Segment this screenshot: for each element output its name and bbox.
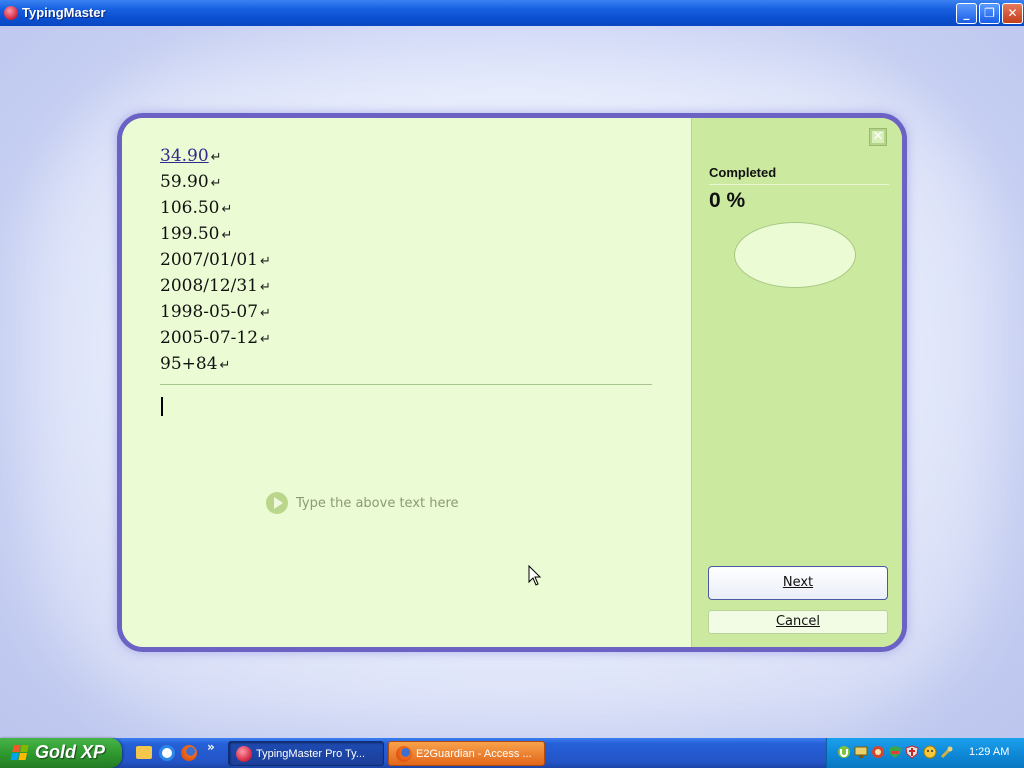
text-line: 34.90 ↵ bbox=[160, 144, 271, 170]
firefox-icon[interactable] bbox=[181, 745, 197, 761]
line-text: 1998-05-07 bbox=[160, 302, 259, 322]
text-line: 2005-07-12 ↵ bbox=[160, 326, 271, 352]
line-text: 2005-07-12 bbox=[160, 328, 259, 348]
line-text: 2008/12/31 bbox=[160, 276, 258, 296]
window-title: TypingMaster bbox=[22, 5, 106, 20]
taskbar-item-e2guardian[interactable]: E2Guardian - Access ... bbox=[388, 741, 545, 766]
monitor-icon[interactable] bbox=[854, 745, 868, 759]
return-icon: ↵ bbox=[219, 358, 231, 373]
mouse-pointer-icon bbox=[528, 565, 542, 586]
security-shield-icon[interactable] bbox=[888, 745, 902, 759]
typingmaster-app-icon bbox=[4, 6, 18, 20]
internet-explorer-icon[interactable] bbox=[159, 745, 175, 761]
hint-text: Type the above text here bbox=[296, 495, 459, 511]
quicklaunch-more-icon[interactable]: » bbox=[207, 740, 215, 754]
minimize-button[interactable]: _ bbox=[956, 3, 977, 24]
text-line: 95+84 ↵ bbox=[160, 352, 271, 378]
progress-indicator bbox=[734, 222, 856, 288]
start-button[interactable]: Gold XP bbox=[0, 738, 122, 768]
return-icon: ↵ bbox=[260, 306, 271, 321]
completed-percent: 0 % bbox=[709, 189, 746, 212]
cancel-button[interactable]: Cancel bbox=[708, 610, 888, 634]
return-icon: ↵ bbox=[260, 332, 271, 347]
line-text: 59.90 bbox=[160, 172, 209, 192]
return-icon: ↵ bbox=[259, 280, 271, 295]
taskbar-item-label: E2Guardian - Access ... bbox=[416, 748, 532, 760]
source-text: 34.90 ↵ 59.90 ↵ 106.50 ↵ 199.50 ↵ 2007/01/01… bbox=[160, 144, 271, 378]
utorrent-icon[interactable] bbox=[837, 745, 851, 759]
text-line: 59.90 ↵ bbox=[160, 170, 271, 196]
close-window-button[interactable]: ✕ bbox=[1002, 3, 1023, 24]
line-text: 2007/01/01 bbox=[160, 250, 258, 270]
firefox-icon bbox=[396, 746, 412, 762]
return-icon: ↵ bbox=[259, 254, 271, 269]
taskbar-item-typingmaster[interactable]: TypingMaster Pro Ty... bbox=[228, 741, 384, 766]
next-button-label: Next bbox=[782, 575, 814, 590]
line-text: 106.50 bbox=[160, 198, 220, 218]
windows-logo-icon bbox=[10, 745, 30, 761]
text-line: 106.50 ↵ bbox=[160, 196, 271, 222]
typing-caret[interactable] bbox=[161, 397, 163, 416]
typing-hint: Type the above text here bbox=[266, 491, 459, 515]
line-text: 199.50 bbox=[160, 224, 220, 244]
antivirus-shield-icon[interactable] bbox=[905, 745, 919, 759]
next-button[interactable]: Next bbox=[708, 566, 888, 600]
completed-divider bbox=[709, 184, 889, 185]
start-label: Gold XP bbox=[35, 742, 106, 762]
cancel-button-label: Cancel bbox=[775, 614, 821, 629]
return-icon: ↵ bbox=[210, 150, 222, 165]
exercise-card: 34.90 ↵ 59.90 ↵ 106.50 ↵ 199.50 ↵ 2007/01/01… bbox=[117, 113, 907, 652]
system-tray: 1:29 AM bbox=[826, 738, 1024, 768]
line-text: 34.90 bbox=[160, 146, 209, 166]
progress-panel: ✕ Completed 0 % Next Cancel bbox=[691, 118, 902, 647]
taskbar-item-label: TypingMaster Pro Ty... bbox=[256, 748, 366, 760]
play-icon bbox=[266, 492, 288, 514]
text-line: 1998-05-07 ↵ bbox=[160, 300, 271, 326]
text-line: 199.50 ↵ bbox=[160, 222, 271, 248]
return-icon: ↵ bbox=[221, 228, 233, 243]
typing-area[interactable]: 34.90 ↵ 59.90 ↵ 106.50 ↵ 199.50 ↵ 2007/01/01… bbox=[122, 118, 691, 647]
text-line: 2007/01/01 ↵ bbox=[160, 248, 271, 274]
text-divider bbox=[160, 384, 652, 385]
text-line: 2008/12/31 ↵ bbox=[160, 274, 271, 300]
completed-label: Completed bbox=[709, 165, 777, 180]
title-bar[interactable]: TypingMaster _ ❐ ✕ bbox=[0, 0, 1024, 26]
return-icon: ↵ bbox=[221, 202, 233, 217]
tools-icon[interactable] bbox=[940, 745, 954, 759]
typingmaster-app-icon bbox=[236, 746, 252, 762]
line-text: 95+84 bbox=[160, 354, 218, 374]
messenger-icon[interactable] bbox=[923, 745, 937, 759]
app-content: 34.90 ↵ 59.90 ↵ 106.50 ↵ 199.50 ↵ 2007/01/01… bbox=[0, 26, 1024, 738]
return-icon: ↵ bbox=[210, 176, 222, 191]
folder-icon[interactable] bbox=[136, 746, 152, 759]
close-exercise-icon[interactable]: ✕ bbox=[869, 128, 887, 146]
network-icon[interactable] bbox=[871, 745, 885, 759]
clock[interactable]: 1:29 AM bbox=[969, 746, 1009, 758]
restore-button[interactable]: ❐ bbox=[979, 3, 1000, 24]
